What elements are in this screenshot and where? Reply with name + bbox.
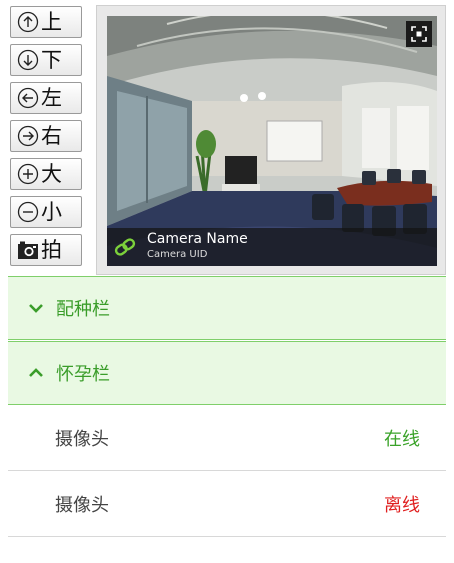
group-title: 配种栏 bbox=[56, 299, 110, 320]
fullscreen-icon bbox=[411, 26, 427, 42]
camera-item-name: 摄像头 bbox=[55, 428, 109, 450]
arrow-up-circle-icon bbox=[17, 11, 39, 33]
plus-circle-icon bbox=[17, 163, 39, 185]
pan-left-label: 左 bbox=[41, 85, 62, 110]
zoom-out-button[interactable]: 小 bbox=[10, 196, 82, 228]
pan-right-label: 右 bbox=[41, 123, 62, 148]
camera-list-item[interactable]: 摄像头 离线 bbox=[8, 471, 446, 537]
pan-right-button[interactable]: 右 bbox=[10, 120, 82, 152]
link-icon bbox=[114, 238, 136, 256]
arrow-left-circle-icon bbox=[17, 87, 39, 109]
camera-uid: Camera UID bbox=[147, 249, 208, 260]
zoom-out-label: 小 bbox=[41, 199, 62, 224]
pan-down-label: 下 bbox=[41, 47, 62, 72]
pan-left-button[interactable]: 左 bbox=[10, 82, 82, 114]
pan-up-label: 上 bbox=[41, 9, 62, 34]
minus-circle-icon bbox=[17, 201, 39, 223]
arrow-down-circle-icon bbox=[17, 49, 39, 71]
chevron-up-icon bbox=[29, 368, 43, 377]
status-online: 在线 bbox=[384, 428, 420, 450]
camera-feed-image: Camera Name Camera UID bbox=[107, 16, 437, 266]
camera-view[interactable]: Camera Name Camera UID bbox=[96, 5, 446, 275]
arrow-right-circle-icon bbox=[17, 125, 39, 147]
pan-down-button[interactable]: 下 bbox=[10, 44, 82, 76]
snapshot-button[interactable]: 拍 bbox=[10, 234, 82, 266]
group-header-breeding-pen[interactable]: 配种栏 bbox=[8, 276, 446, 340]
group-title: 怀孕栏 bbox=[56, 364, 110, 385]
fullscreen-button[interactable] bbox=[406, 21, 432, 47]
status-offline: 离线 bbox=[384, 494, 420, 516]
snapshot-label: 拍 bbox=[41, 237, 62, 262]
camera-list-item[interactable]: 摄像头 在线 bbox=[8, 405, 446, 471]
zoom-in-label: 大 bbox=[41, 161, 62, 186]
camera-name: Camera Name bbox=[147, 231, 248, 247]
chevron-down-icon bbox=[29, 304, 43, 313]
zoom-in-button[interactable]: 大 bbox=[10, 158, 82, 190]
pan-up-button[interactable]: 上 bbox=[10, 6, 82, 38]
camera-item-name: 摄像头 bbox=[55, 494, 109, 516]
camera-icon bbox=[18, 241, 38, 259]
group-header-gestation-pen[interactable]: 怀孕栏 bbox=[8, 341, 446, 405]
camera-caption: Camera Name Camera UID bbox=[107, 228, 437, 266]
